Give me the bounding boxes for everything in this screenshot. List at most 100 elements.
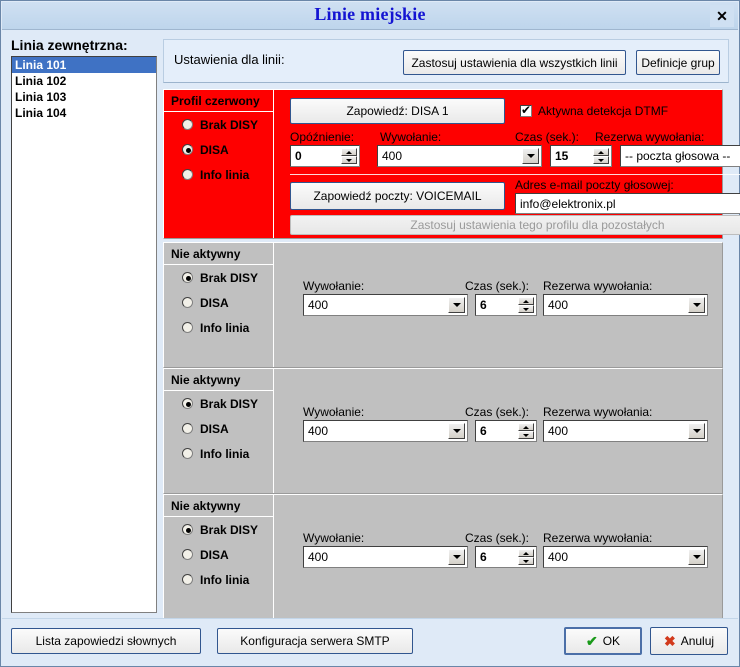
radio-info-linia[interactable]: Info linia — [164, 315, 273, 340]
stepper-up-icon[interactable] — [593, 148, 609, 156]
announcement-button[interactable]: Zapowiedź: DISA 1 — [290, 98, 505, 124]
profile-title: Profil czerwony — [164, 90, 273, 112]
voicemail-announcement-button[interactable]: Zapowiedź poczty: VOICEMAIL — [290, 182, 505, 210]
line-settings-label: Ustawienia dla linii: — [174, 52, 285, 67]
delay-spinner-stepper[interactable] — [341, 148, 357, 164]
radio-indicator-icon — [182, 549, 193, 560]
radio-disa[interactable]: DISA — [164, 542, 273, 567]
external-line-listbox[interactable]: Linia 101 Linia 102 Linia 103 Linia 104 — [11, 56, 157, 613]
chevron-down-icon[interactable] — [688, 549, 705, 565]
radio-label: Brak DISY — [200, 270, 259, 285]
time-spinner-stepper[interactable] — [518, 297, 534, 313]
chevron-down-icon[interactable] — [448, 297, 465, 313]
time-spinner-stepper[interactable] — [518, 549, 534, 565]
time-spinner-stepper[interactable] — [518, 423, 534, 439]
radio-info-linia[interactable]: Info linia — [164, 162, 273, 187]
stepper-up-icon[interactable] — [518, 549, 534, 557]
word-announcement-list-button[interactable]: Lista zapowiedzi słownych — [11, 628, 201, 654]
profile-title: Nie aktywny — [164, 243, 273, 265]
profile-fields-column: Zapowiedź: DISA 1 Aktywna detekcja DTMF … — [275, 90, 740, 238]
time-spinner[interactable]: 6 — [475, 294, 537, 316]
apply-settings-all-lines-button[interactable]: Zastosuj ustawienia dla wszystkich linii — [403, 50, 626, 75]
radio-indicator-icon — [182, 169, 193, 180]
radio-indicator-icon — [182, 423, 193, 434]
stepper-down-icon[interactable] — [593, 156, 609, 164]
profile-title: Nie aktywny — [164, 495, 273, 517]
title-bar: Linie miejskie ✕ — [2, 2, 738, 30]
ring-combo-value: 400 — [382, 149, 403, 163]
cancel-button[interactable]: ✖ Anuluj — [650, 627, 728, 655]
dtmf-detection-checkbox[interactable]: Aktywna detekcja DTMF — [520, 103, 668, 118]
stepper-down-icon[interactable] — [341, 156, 357, 164]
radio-label: Info linia — [200, 446, 250, 461]
ok-button[interactable]: ✔ OK — [564, 627, 642, 655]
radio-label: DISA — [200, 142, 229, 157]
time-spinner[interactable]: 15 — [550, 145, 612, 167]
ring-combo-value: 400 — [308, 298, 329, 312]
time-label: Czas (sek.): — [465, 531, 530, 545]
profile-panel-1: Profil czerwony Brak DISY DISA Info lini… — [163, 89, 740, 239]
list-item[interactable]: Linia 103 — [12, 89, 156, 105]
ring-combo[interactable]: 400 — [303, 294, 468, 316]
stepper-down-icon[interactable] — [518, 431, 534, 439]
chevron-down-icon[interactable] — [522, 148, 539, 164]
chevron-down-icon[interactable] — [448, 549, 465, 565]
radio-disa[interactable]: DISA — [164, 416, 273, 441]
reserve-combo[interactable]: 400 — [543, 420, 708, 442]
email-label: Adres e-mail poczty głosowej: — [515, 178, 674, 192]
profile-fields-column: Wywołanie: Czas (sek.): Rezerwa wywołani… — [275, 243, 722, 367]
time-spinner-value: 15 — [555, 149, 569, 163]
list-item[interactable]: Linia 101 — [12, 57, 156, 73]
group-definitions-button[interactable]: Definicje grup — [636, 50, 720, 75]
cancel-button-label: Anuluj — [680, 634, 715, 648]
chevron-down-icon[interactable] — [688, 423, 705, 439]
smtp-server-config-button[interactable]: Konfiguracja serwera SMTP — [217, 628, 413, 654]
ring-combo[interactable]: 400 — [303, 546, 468, 568]
stepper-down-icon[interactable] — [518, 305, 534, 313]
time-spinner-stepper[interactable] — [593, 148, 609, 164]
reserve-label: Rezerwa wywołania: — [543, 279, 653, 293]
radio-indicator-icon — [182, 398, 193, 409]
ring-combo[interactable]: 400 — [303, 420, 468, 442]
ring-combo[interactable]: 400 — [377, 145, 542, 167]
profile-mode-column: Nie aktywny Brak DISY DISA Info linia — [164, 495, 274, 619]
radio-label: Brak DISY — [200, 522, 259, 537]
radio-disa[interactable]: DISA — [164, 137, 273, 162]
radio-brak-disy[interactable]: Brak DISY — [164, 391, 273, 416]
reserve-combo[interactable]: 400 — [543, 294, 708, 316]
time-spinner[interactable]: 6 — [475, 420, 537, 442]
reserve-combo[interactable]: 400 — [543, 546, 708, 568]
radio-disa[interactable]: DISA — [164, 290, 273, 315]
chevron-down-icon[interactable] — [448, 423, 465, 439]
ring-combo-value: 400 — [308, 550, 329, 564]
radio-brak-disy[interactable]: Brak DISY — [164, 112, 273, 137]
delay-spinner[interactable]: 0 — [290, 145, 360, 167]
radio-info-linia[interactable]: Info linia — [164, 441, 273, 466]
stepper-up-icon[interactable] — [518, 297, 534, 305]
apply-profile-to-others-button: Zastosuj ustawienia tego profilu dla poz… — [290, 215, 740, 235]
radio-label: Info linia — [200, 167, 250, 182]
radio-indicator-icon — [182, 524, 193, 535]
voicemail-email-input[interactable]: info@elektronix.pl — [515, 193, 740, 214]
sidebar-label: Linia zewnętrzna: — [11, 37, 128, 53]
profile-fields-column: Wywołanie: Czas (sek.): Rezerwa wywołani… — [275, 369, 722, 493]
profile-mode-column: Profil czerwony Brak DISY DISA Info lini… — [164, 90, 274, 238]
reserve-combo-value: -- poczta głosowa -- — [625, 149, 731, 163]
reserve-combo[interactable]: -- poczta głosowa -- — [620, 145, 740, 167]
chevron-down-icon[interactable] — [688, 297, 705, 313]
radio-brak-disy[interactable]: Brak DISY — [164, 265, 273, 290]
ok-button-label: OK — [602, 634, 621, 648]
stepper-down-icon[interactable] — [518, 557, 534, 565]
time-spinner-value: 6 — [480, 424, 487, 438]
stepper-up-icon[interactable] — [341, 148, 357, 156]
profile-panel-2: Nie aktywny Brak DISY DISA Info linia Wy… — [163, 242, 723, 368]
close-icon[interactable]: ✕ — [710, 5, 734, 27]
ring-combo-value: 400 — [308, 424, 329, 438]
list-item[interactable]: Linia 102 — [12, 73, 156, 89]
profile-mode-column: Nie aktywny Brak DISY DISA Info linia — [164, 243, 274, 367]
list-item[interactable]: Linia 104 — [12, 105, 156, 121]
stepper-up-icon[interactable] — [518, 423, 534, 431]
time-spinner[interactable]: 6 — [475, 546, 537, 568]
radio-brak-disy[interactable]: Brak DISY — [164, 517, 273, 542]
radio-info-linia[interactable]: Info linia — [164, 567, 273, 592]
